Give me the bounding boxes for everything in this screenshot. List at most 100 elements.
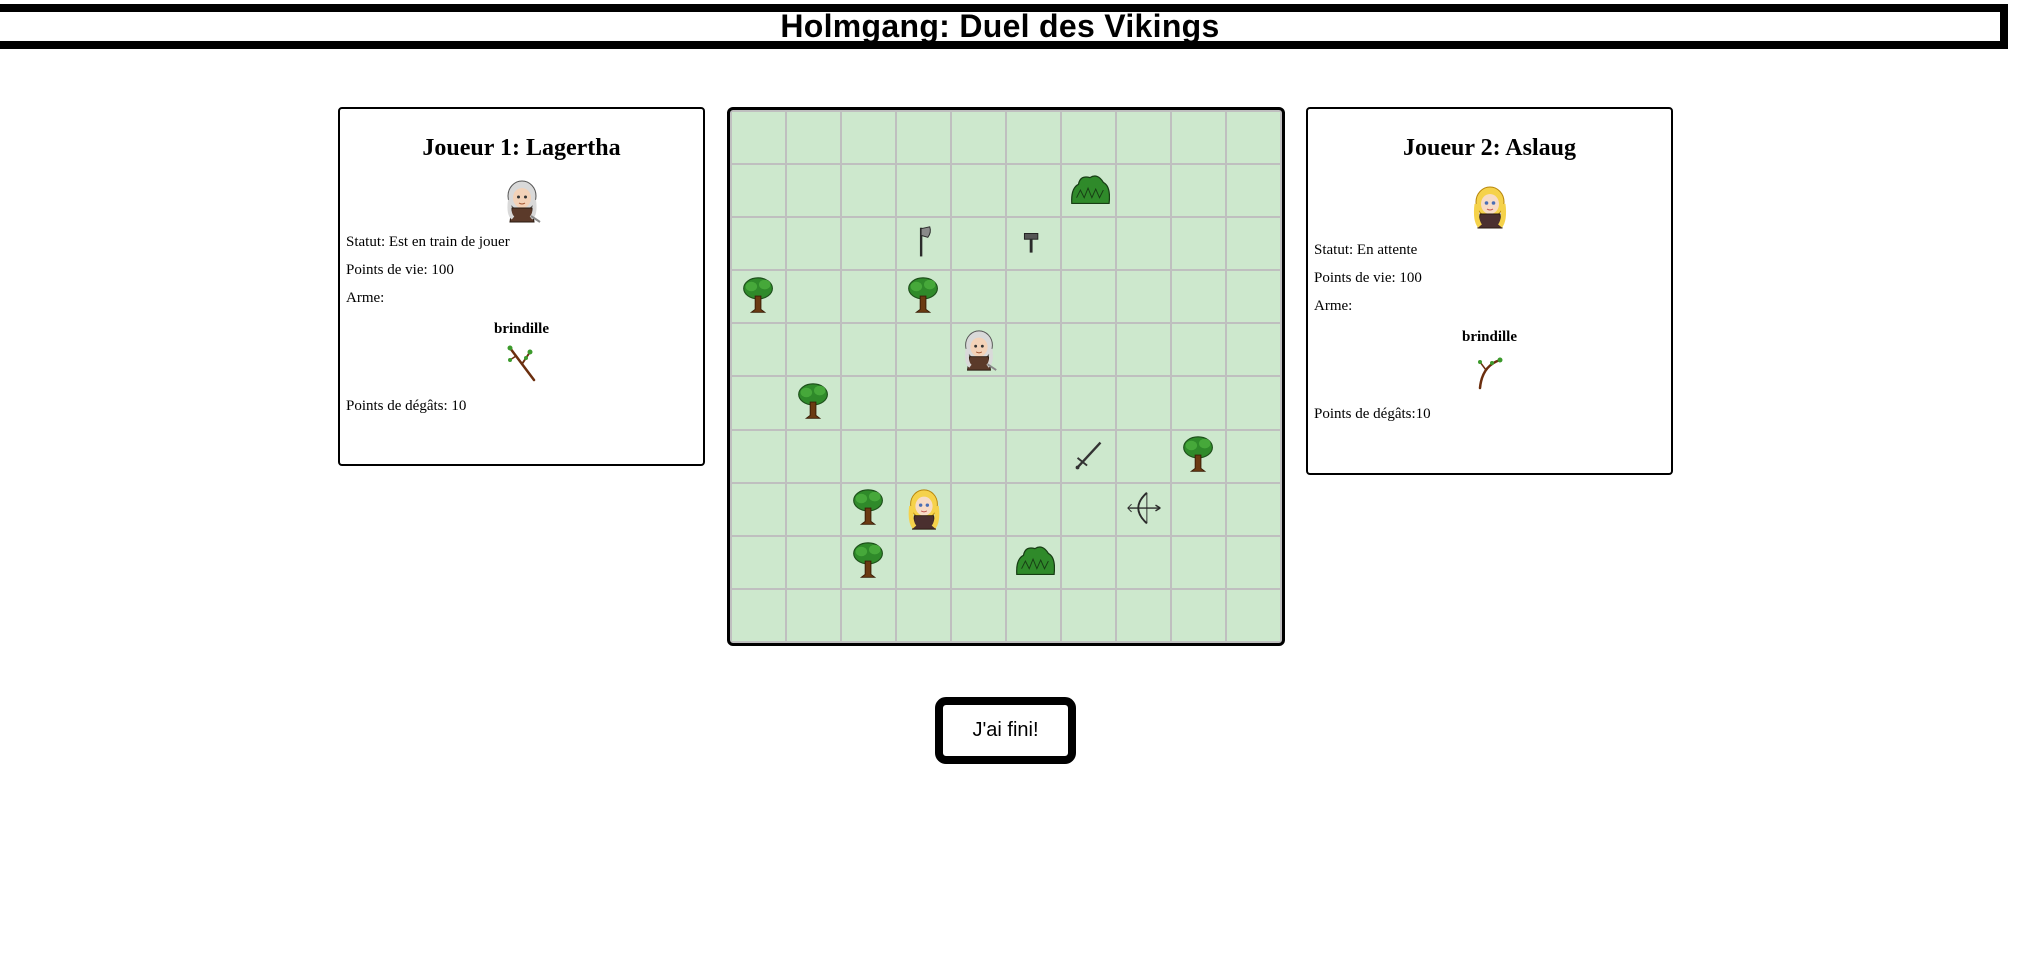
end-turn-button[interactable]: J'ai fini! <box>935 697 1076 764</box>
board-cell[interactable] <box>1007 536 1060 588</box>
board-cell[interactable] <box>1007 112 1060 164</box>
board-cell[interactable] <box>897 271 950 323</box>
board-cell[interactable] <box>1117 165 1170 217</box>
board-cell[interactable] <box>732 483 785 535</box>
board-cell[interactable] <box>1227 165 1280 217</box>
board-cell[interactable] <box>1062 536 1115 588</box>
board-cell[interactable] <box>787 589 840 641</box>
board-cell[interactable] <box>897 483 950 535</box>
board-cell[interactable] <box>842 218 895 270</box>
board-cell[interactable] <box>732 112 785 164</box>
board-cell[interactable] <box>897 589 950 641</box>
board-cell[interactable] <box>1007 218 1060 270</box>
board-cell[interactable] <box>1117 589 1170 641</box>
board-cell[interactable] <box>952 536 1005 588</box>
board-cell[interactable] <box>842 165 895 217</box>
board-cell[interactable] <box>1062 377 1115 429</box>
board-cell[interactable] <box>1227 483 1280 535</box>
board-cell[interactable] <box>1227 218 1280 270</box>
board-cell[interactable] <box>952 589 1005 641</box>
board-cell[interactable] <box>1172 430 1225 482</box>
board-cell[interactable] <box>732 271 785 323</box>
board-cell[interactable] <box>1062 324 1115 376</box>
board-cell[interactable] <box>1007 483 1060 535</box>
board-cell[interactable] <box>897 324 950 376</box>
board-cell[interactable] <box>1062 483 1115 535</box>
board-cell[interactable] <box>1172 218 1225 270</box>
board-cell[interactable] <box>1227 324 1280 376</box>
board-cell[interactable] <box>1227 377 1280 429</box>
board-cell[interactable] <box>1227 536 1280 588</box>
board-cell[interactable] <box>842 536 895 588</box>
board-cell[interactable] <box>1117 271 1170 323</box>
board-cell[interactable] <box>1172 377 1225 429</box>
board-cell[interactable] <box>842 377 895 429</box>
board-cell[interactable] <box>732 377 785 429</box>
board-cell[interactable] <box>897 430 950 482</box>
board-cell[interactable] <box>1062 271 1115 323</box>
board-cell[interactable] <box>897 112 950 164</box>
board-cell[interactable] <box>952 430 1005 482</box>
board-cell[interactable] <box>1007 165 1060 217</box>
board-cell[interactable] <box>1062 589 1115 641</box>
board-cell[interactable] <box>842 430 895 482</box>
board-cell[interactable] <box>732 324 785 376</box>
board-cell[interactable] <box>842 271 895 323</box>
board-cell[interactable] <box>787 324 840 376</box>
board-cell[interactable] <box>897 536 950 588</box>
board-cell[interactable] <box>787 430 840 482</box>
board-cell[interactable] <box>1007 430 1060 482</box>
board-cell[interactable] <box>1062 218 1115 270</box>
board-cell[interactable] <box>787 483 840 535</box>
board-cell[interactable] <box>1117 377 1170 429</box>
board-cell[interactable] <box>897 218 950 270</box>
board-cell[interactable] <box>897 377 950 429</box>
board-cell[interactable] <box>952 165 1005 217</box>
board-cell[interactable] <box>1172 324 1225 376</box>
board-cell[interactable] <box>732 536 785 588</box>
board-cell[interactable] <box>842 589 895 641</box>
board-cell[interactable] <box>1117 430 1170 482</box>
board-cell[interactable] <box>952 271 1005 323</box>
board-cell[interactable] <box>787 112 840 164</box>
board-cell[interactable] <box>732 218 785 270</box>
board-cell[interactable] <box>842 324 895 376</box>
board-cell[interactable] <box>1227 271 1280 323</box>
board-cell[interactable] <box>1117 218 1170 270</box>
board-cell[interactable] <box>1117 483 1170 535</box>
board-cell[interactable] <box>1007 589 1060 641</box>
board-cell[interactable] <box>787 218 840 270</box>
board-cell[interactable] <box>952 483 1005 535</box>
board-cell[interactable] <box>1062 165 1115 217</box>
board-cell[interactable] <box>787 377 840 429</box>
board-cell[interactable] <box>842 483 895 535</box>
board-cell[interactable] <box>952 218 1005 270</box>
board-cell[interactable] <box>1007 271 1060 323</box>
board-cell[interactable] <box>1172 112 1225 164</box>
board-cell[interactable] <box>1062 112 1115 164</box>
board-cell[interactable] <box>787 536 840 588</box>
board-cell[interactable] <box>732 165 785 217</box>
board-cell[interactable] <box>952 112 1005 164</box>
board-cell[interactable] <box>1117 324 1170 376</box>
board-cell[interactable] <box>732 430 785 482</box>
board-cell[interactable] <box>897 165 950 217</box>
board-cell[interactable] <box>952 324 1005 376</box>
board-cell[interactable] <box>1172 165 1225 217</box>
board-cell[interactable] <box>787 271 840 323</box>
game-board[interactable] <box>727 107 1285 646</box>
board-cell[interactable] <box>1172 536 1225 588</box>
board-cell[interactable] <box>952 377 1005 429</box>
board-cell[interactable] <box>1007 377 1060 429</box>
board-cell[interactable] <box>1227 430 1280 482</box>
board-cell[interactable] <box>1172 483 1225 535</box>
board-cell[interactable] <box>1117 536 1170 588</box>
board-cell[interactable] <box>787 165 840 217</box>
board-cell[interactable] <box>1062 430 1115 482</box>
board-cell[interactable] <box>732 589 785 641</box>
board-cell[interactable] <box>842 112 895 164</box>
board-cell[interactable] <box>1172 589 1225 641</box>
board-cell[interactable] <box>1172 271 1225 323</box>
board-cell[interactable] <box>1007 324 1060 376</box>
board-cell[interactable] <box>1117 112 1170 164</box>
